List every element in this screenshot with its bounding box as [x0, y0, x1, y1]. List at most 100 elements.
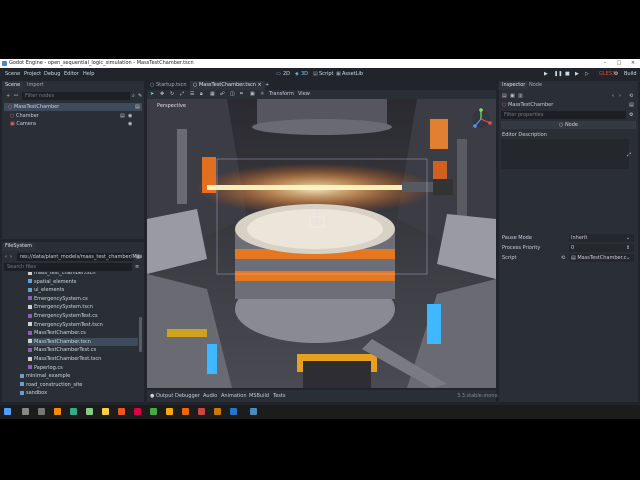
tab-startup[interactable]: ○ Startup.tscn: [147, 81, 190, 90]
workspace-3d[interactable]: 3D: [301, 68, 308, 81]
list-select-icon[interactable]: ☰: [190, 90, 194, 99]
script-resource-picker[interactable]: ▤ MassTestChamber.c ⌄: [569, 254, 634, 262]
perspective-label[interactable]: Perspective: [157, 103, 186, 109]
app-icon[interactable]: [134, 408, 141, 415]
tab-import[interactable]: Import: [24, 81, 47, 90]
menu-project[interactable]: Project: [24, 68, 41, 81]
app-icon[interactable]: [166, 408, 173, 415]
menu-scene[interactable]: Scene: [5, 68, 20, 81]
history-forward-icon[interactable]: ›: [619, 92, 621, 100]
new-resource-icon[interactable]: ▤: [502, 92, 507, 100]
file-item[interactable]: EmergencySystem.tscn: [28, 303, 138, 312]
godot-taskbar-icon[interactable]: [250, 408, 257, 415]
vscode-icon[interactable]: [230, 408, 237, 415]
search-icon[interactable]: [22, 408, 29, 415]
skeleton-icon[interactable]: ☍: [220, 90, 225, 99]
lock-icon[interactable]: 🔒︎: [200, 90, 203, 99]
new-tab-icon[interactable]: +: [265, 82, 269, 88]
back-icon[interactable]: ‹: [5, 254, 7, 260]
bottom-tab-animation[interactable]: Animation: [221, 390, 247, 402]
select-tool-icon[interactable]: ➤: [150, 90, 154, 99]
build-button[interactable]: Build: [624, 68, 637, 81]
folder-item[interactable]: road_construction_site: [20, 381, 138, 390]
workspace-2d-icon[interactable]: ▭: [276, 68, 281, 81]
tab-scene[interactable]: Scene: [2, 81, 24, 90]
rotate-tool-icon[interactable]: ↻: [170, 90, 174, 99]
script-icon[interactable]: ▤: [135, 103, 140, 111]
move-tool-icon[interactable]: ✥: [160, 90, 164, 99]
bottom-tab-msbuild[interactable]: MSBuild: [249, 390, 269, 402]
local-space-icon[interactable]: ◫: [230, 90, 235, 99]
inspector-filter-input[interactable]: Filter properties: [501, 111, 626, 119]
renderer-selector[interactable]: GLES3: [599, 68, 615, 81]
play-icon[interactable]: ▶: [544, 68, 548, 81]
filesystem-path[interactable]: res://data/plant_models/mass_test_chambe…: [17, 253, 142, 261]
app-icon[interactable]: [214, 408, 221, 415]
tab-inspector[interactable]: Inspector: [499, 81, 529, 90]
save-resource-icon[interactable]: ▥: [518, 92, 523, 100]
file-item[interactable]: MassTestChamberTest.tscn: [28, 355, 138, 364]
object-properties-icon[interactable]: ▤: [629, 101, 634, 109]
eye-icon[interactable]: ◉: [128, 112, 132, 120]
menu-view[interactable]: View: [298, 90, 310, 99]
reset-icon[interactable]: ⟲: [561, 254, 565, 262]
tree-node-chamber[interactable]: ○ Chamber ▤ ◉: [10, 112, 140, 120]
workspace-3d-icon[interactable]: ◈: [295, 68, 299, 81]
file-item[interactable]: EmergencySystemTest.cs: [28, 312, 138, 321]
folder-item[interactable]: spatial_elements: [28, 278, 138, 287]
app-icon[interactable]: [70, 408, 77, 415]
maximize-icon[interactable]: □: [612, 59, 626, 68]
filesystem-scrollbar[interactable]: [139, 317, 142, 352]
inspector-node-path[interactable]: ○ MassTestChamber: [502, 101, 553, 109]
menu-help[interactable]: Help: [83, 68, 94, 81]
link-icon[interactable]: ⚯: [14, 93, 18, 99]
tab-node[interactable]: Node: [526, 81, 545, 90]
minimize-icon[interactable]: –: [598, 59, 612, 68]
close-tab-icon[interactable]: ×: [258, 82, 262, 88]
settings-icon[interactable]: ⚙: [614, 68, 618, 81]
menu-transform[interactable]: Transform: [269, 90, 294, 99]
app-icon[interactable]: [198, 408, 205, 415]
open-resource-icon[interactable]: ▣: [510, 92, 515, 100]
split-view-icon[interactable]: ▥: [136, 254, 141, 260]
camera-preview-icon[interactable]: ▣: [250, 90, 255, 99]
inspector-options-icon[interactable]: ⚙: [629, 111, 633, 119]
scene-filter-input[interactable]: Filter nodes: [22, 92, 130, 100]
stop-icon[interactable]: ■: [565, 68, 570, 81]
bottom-tab-tests[interactable]: Tests: [273, 390, 285, 402]
add-node-icon[interactable]: +: [6, 93, 10, 99]
app-icon[interactable]: [54, 408, 61, 415]
forward-icon[interactable]: ›: [10, 254, 12, 260]
workspace-assetlib[interactable]: AssetLib: [342, 68, 363, 81]
scene-instance-icon[interactable]: ▤: [120, 112, 125, 120]
task-view-icon[interactable]: [38, 408, 45, 415]
process-priority-spinbox[interactable]: 0 ⇕: [569, 244, 634, 252]
file-item[interactable]: MassTestChamber.tscn: [28, 337, 138, 347]
search-icon[interactable]: ⌕: [132, 93, 135, 99]
tab-filesystem[interactable]: FileSystem: [2, 242, 36, 251]
folder-item[interactable]: minimal_example: [20, 372, 138, 381]
play-scene-icon[interactable]: ▶: [575, 68, 579, 81]
eye-icon[interactable]: ◉: [128, 120, 132, 128]
editor-description-field[interactable]: [501, 139, 629, 169]
blender-icon[interactable]: [182, 408, 189, 415]
pause-mode-dropdown[interactable]: Inherit ⌄: [569, 234, 634, 242]
file-item[interactable]: Paperlog.cs: [28, 364, 138, 373]
history-icon[interactable]: ⟲: [629, 92, 633, 100]
tab-masstestchamber[interactable]: ○ MassTestChamber.tscn ×: [190, 81, 265, 90]
folder-icon[interactable]: [102, 408, 109, 415]
menu-editor[interactable]: Editor: [64, 68, 79, 81]
tree-node-root[interactable]: ○ MassTestChamber ▤: [4, 103, 142, 111]
pause-icon[interactable]: ❚❚: [554, 68, 562, 81]
history-back-icon[interactable]: ‹: [612, 92, 614, 100]
3d-viewport[interactable]: Perspective: [147, 99, 496, 388]
play-custom-scene-icon[interactable]: ▷: [585, 68, 589, 81]
workspace-assetlib-icon[interactable]: ▣: [336, 68, 341, 81]
app-icon[interactable]: [150, 408, 157, 415]
folder-item[interactable]: sandbox: [20, 389, 138, 398]
app-icon[interactable]: [86, 408, 93, 415]
script-attach-icon[interactable]: ✎: [138, 93, 142, 99]
file-item[interactable]: MassTestChamberTest.cs: [28, 346, 138, 355]
filesystem-search[interactable]: Search files: [4, 263, 132, 271]
browser-icon[interactable]: [118, 408, 125, 415]
